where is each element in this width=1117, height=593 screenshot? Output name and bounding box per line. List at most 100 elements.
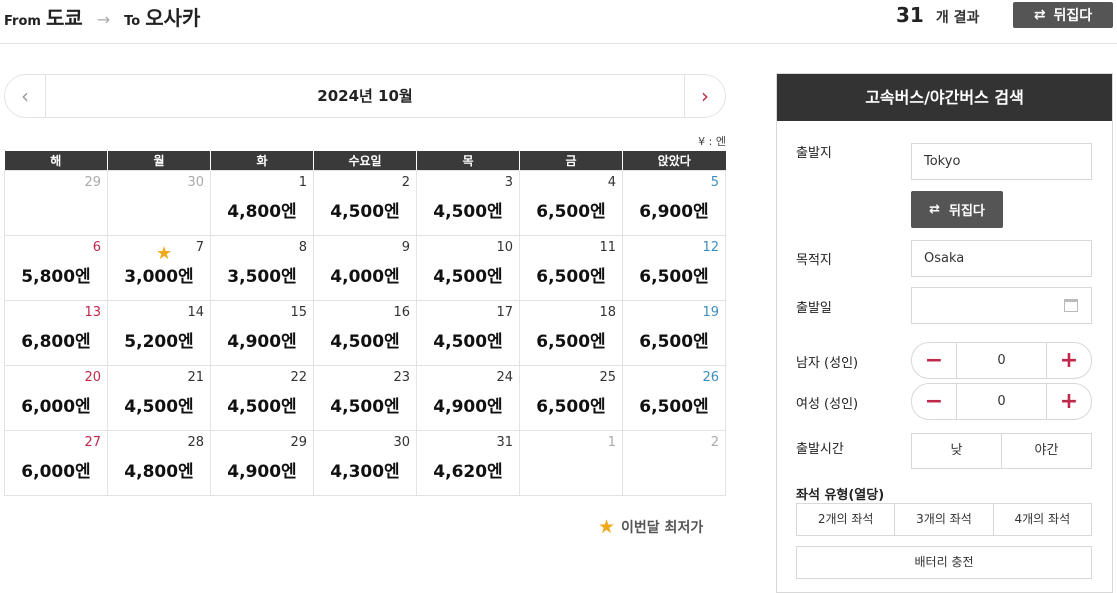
- calendar-day-cell: 30: [107, 169, 211, 236]
- seat-option-4[interactable]: 4개의 좌석: [994, 504, 1091, 535]
- calendar-day-cell[interactable]: 4 6,500엔: [519, 169, 623, 236]
- weekday-header: 앉았다: [622, 151, 726, 170]
- calendar-day-cell: 2: [622, 429, 726, 496]
- swap-origin-destination-button[interactable]: ⇄ 뒤집다: [911, 191, 1003, 228]
- battery-charging-option[interactable]: 배터리 충전: [796, 546, 1092, 579]
- day-number: 3: [504, 174, 513, 190]
- calendar-day-cell[interactable]: 6 5,800엔: [4, 234, 108, 301]
- day-price: 6,900엔: [639, 201, 709, 222]
- departure-time-toggle: 낮 야간: [911, 433, 1092, 469]
- male-adult-stepper: − 0 +: [911, 342, 1092, 379]
- destination-input[interactable]: Osaka: [911, 240, 1092, 277]
- male-count[interactable]: 0: [957, 343, 1046, 378]
- calendar-day-cell[interactable]: 8 3,500엔: [210, 234, 314, 301]
- next-month-button[interactable]: ›: [684, 75, 725, 117]
- day-number: 17: [496, 304, 513, 320]
- calendar-day-cell[interactable]: 7 ★ 3,000엔: [107, 234, 211, 301]
- female-increment-button[interactable]: +: [1046, 384, 1091, 419]
- calendar-day-cell[interactable]: 23 4,500엔: [313, 364, 417, 431]
- calendar-day-cell[interactable]: 30 4,300엔: [313, 429, 417, 496]
- weekday-header: 월: [107, 151, 211, 170]
- to-label: To: [124, 14, 141, 29]
- male-increment-button[interactable]: +: [1046, 343, 1091, 378]
- female-decrement-button[interactable]: −: [912, 384, 957, 419]
- day-price: 4,500엔: [433, 331, 503, 352]
- day-number: 7: [195, 239, 204, 255]
- day-price: 4,800엔: [124, 461, 194, 482]
- prev-month-button[interactable]: ‹: [5, 75, 46, 117]
- time-option-night[interactable]: 야간: [1002, 434, 1091, 468]
- calendar-day-cell[interactable]: 2 4,500엔: [313, 169, 417, 236]
- weekday-header-row: 해 월 화 수요일 목 금 앉았다: [4, 151, 726, 170]
- calendar-day-cell[interactable]: 13 6,800엔: [4, 299, 108, 366]
- result-count-unit: 개 결과: [935, 10, 980, 26]
- top-bar: From 도쿄 → To 오사카 31 개 결과 ⇄ 뒤집다: [0, 0, 1117, 44]
- day-number: 21: [187, 369, 204, 385]
- seat-option-2[interactable]: 2개의 좌석: [797, 504, 896, 535]
- day-number: 12: [702, 239, 719, 255]
- calendar-day-cell[interactable]: 9 4,000엔: [313, 234, 417, 301]
- calendar-day-cell[interactable]: 19 6,500엔: [622, 299, 726, 366]
- calendar-day-cell[interactable]: 18 6,500엔: [519, 299, 623, 366]
- day-price: 4,500엔: [330, 396, 400, 417]
- day-price: 5,800엔: [21, 266, 91, 287]
- day-number: 29: [84, 174, 101, 190]
- day-number: 23: [393, 369, 410, 385]
- month-navigation: ‹ 2024년 10월 ›: [4, 74, 726, 118]
- calendar-day-cell[interactable]: 20 6,000엔: [4, 364, 108, 431]
- calendar-day-cell[interactable]: 21 4,500엔: [107, 364, 211, 431]
- seat-option-3[interactable]: 3개의 좌석: [895, 504, 994, 535]
- from-label: From: [4, 14, 41, 29]
- calendar-day-cell[interactable]: 25 6,500엔: [519, 364, 623, 431]
- time-option-day[interactable]: 낮: [912, 434, 1002, 468]
- day-number: 14: [187, 304, 204, 320]
- calendar-day-cell[interactable]: 26 6,500엔: [622, 364, 726, 431]
- weekday-header: 수요일: [313, 151, 417, 170]
- calendar-day-cell[interactable]: 5 6,900엔: [622, 169, 726, 236]
- day-number: 22: [290, 369, 307, 385]
- calendar-day-cell[interactable]: 17 4,500엔: [416, 299, 520, 366]
- departure-date-input[interactable]: [911, 287, 1092, 324]
- origin-input[interactable]: Tokyo: [911, 143, 1092, 180]
- day-number: 31: [496, 434, 513, 450]
- day-number: 15: [290, 304, 307, 320]
- day-price: 4,300엔: [330, 461, 400, 482]
- day-number: 24: [496, 369, 513, 385]
- calendar-day-cell[interactable]: 28 4,800엔: [107, 429, 211, 496]
- female-count[interactable]: 0: [957, 384, 1046, 419]
- day-price: 4,900엔: [227, 331, 297, 352]
- day-number: 10: [496, 239, 513, 255]
- male-decrement-button[interactable]: −: [912, 343, 957, 378]
- calendar-day-cell[interactable]: 16 4,500엔: [313, 299, 417, 366]
- calendar-day-cell[interactable]: 10 4,500엔: [416, 234, 520, 301]
- day-price: 3,000엔: [124, 266, 194, 287]
- calendar-day-cell[interactable]: 14 5,200엔: [107, 299, 211, 366]
- calendar-day-cell[interactable]: 27 6,000엔: [4, 429, 108, 496]
- calendar-day-cell[interactable]: 24 4,900엔: [416, 364, 520, 431]
- calendar-day-cell: 1: [519, 429, 623, 496]
- calendar-day-cell[interactable]: 1 4,800엔: [210, 169, 314, 236]
- day-number: 11: [599, 239, 616, 255]
- lowest-price-legend-label: 이번달 최저가: [621, 520, 704, 536]
- calendar-day-cell[interactable]: 12 6,500엔: [622, 234, 726, 301]
- swap-route-label: 뒤집다: [1053, 8, 1093, 24]
- calendar-day-cell[interactable]: 22 4,500엔: [210, 364, 314, 431]
- calendar-day-cell[interactable]: 15 4,900엔: [210, 299, 314, 366]
- day-number: 9: [401, 239, 410, 255]
- calendar-week-row: 6 5,800엔 7 ★ 3,000엔 8 3,500엔 9 4,000엔 10 4,500엔 11 6…: [4, 234, 726, 301]
- result-count: 31 개 결과: [896, 3, 979, 27]
- swap-route-button[interactable]: ⇄ 뒤집다: [1013, 2, 1113, 28]
- female-adult-stepper: − 0 +: [911, 383, 1092, 420]
- day-number: 5: [710, 174, 719, 190]
- calendar-day-cell[interactable]: 31 4,620엔: [416, 429, 520, 496]
- day-price: 4,900엔: [227, 461, 297, 482]
- calendar-day-cell[interactable]: 3 4,500엔: [416, 169, 520, 236]
- star-icon: ★: [598, 516, 616, 538]
- day-price: 6,000엔: [21, 396, 91, 417]
- day-price: 4,800엔: [227, 201, 297, 222]
- calendar-day-cell[interactable]: 29 4,900엔: [210, 429, 314, 496]
- lowest-price-legend: ★ 이번달 최저가: [598, 516, 703, 538]
- calendar-day-cell[interactable]: 11 6,500엔: [519, 234, 623, 301]
- route-summary: From 도쿄 → To 오사카: [4, 2, 200, 31]
- minus-icon: −: [924, 348, 944, 373]
